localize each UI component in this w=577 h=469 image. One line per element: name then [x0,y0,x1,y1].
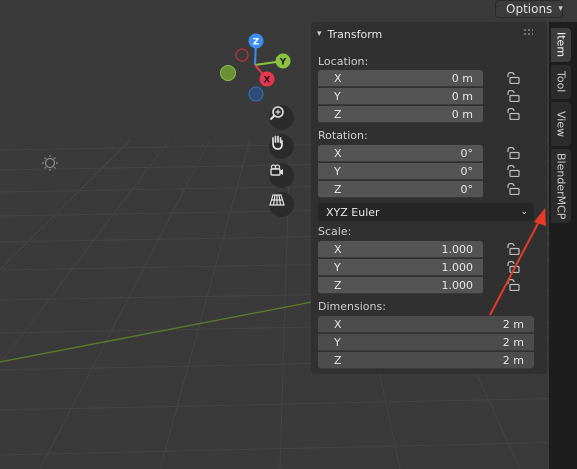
chevron-down-icon: ⌄ [520,207,528,217]
axis-label: Z [334,278,342,292]
tab-label: BlenderMCP [554,152,568,220]
field-value: 0° [460,164,474,178]
field-value: 0 m [451,71,473,85]
perspective-toggle-button[interactable] [269,192,294,217]
zoom-button[interactable] [269,105,294,130]
axis-label: X [334,317,342,331]
lock-icon[interactable] [506,147,520,159]
lock-icon[interactable] [506,261,520,273]
grid-perspective-icon [269,194,285,206]
location-label: Location: [318,55,369,68]
lock-icon[interactable] [506,72,520,84]
lock-icon[interactable] [506,243,520,255]
location-y-field[interactable]: Y 0 m [318,88,483,105]
axis-label: Y [334,260,341,274]
panel-title: Transform [327,27,383,41]
rotation-label: Rotation: [318,129,368,142]
field-value: 1.000 [441,278,474,292]
dimensions-label: Dimensions: [318,300,386,313]
field-value: 1.000 [441,242,474,256]
field-value: 0 m [451,89,473,103]
dimensions-x-field[interactable]: X 2 m [318,316,534,333]
tab-view[interactable]: View [551,102,571,146]
location-x-field[interactable]: X 0 m [318,70,483,87]
axis-label: X [334,242,342,256]
axis-gizmo[interactable]: Z Y X [215,30,295,110]
tab-label: Tool [554,71,568,93]
field-value: 2 m [502,335,524,349]
lock-icon[interactable] [506,90,520,102]
camera-icon [270,164,283,176]
axis-label: Z [334,353,342,367]
options-label: Options [506,2,553,16]
zoom-icon [269,106,284,121]
field-value: 0 m [451,107,473,121]
location-z-field[interactable]: Z 0 m [318,106,483,123]
rotation-mode-dropdown[interactable]: XYZ Euler ⌄ [318,203,534,221]
axis-label: X [334,146,342,160]
axis-label: Y [334,164,341,178]
hand-icon [272,135,283,150]
field-value: 0° [460,182,474,196]
sidebar-tab-strip: Item Tool View BlenderMCP [549,22,577,469]
collapse-chevron-icon: ▾ [317,29,322,39]
chevron-down-icon: ▾ [558,4,563,14]
field-value: 2 m [502,353,524,367]
axis-label: Z [334,182,342,196]
rotation-y-field[interactable]: Y 0° [318,163,483,180]
rotation-mode-value: XYZ Euler [326,205,380,219]
field-value: 0° [460,146,474,160]
scale-x-field[interactable]: X 1.000 [318,241,483,258]
pan-button[interactable] [269,134,294,159]
lock-icon[interactable] [506,108,520,120]
rotation-x-field[interactable]: X 0° [318,145,483,162]
axis-label: Z [334,107,342,121]
lock-icon[interactable] [506,165,520,177]
dimensions-y-field[interactable]: Y 2 m [318,334,534,351]
camera-view-button[interactable] [269,163,294,188]
transform-panel-header[interactable]: ▾ Transform [311,22,547,46]
axis-label: X [334,71,342,85]
scale-label: Scale: [318,225,352,238]
scale-z-field[interactable]: Z 1.000 [318,277,483,294]
tab-label: View [554,110,568,138]
gizmo-y-label: Y [279,58,287,68]
dimensions-z-field[interactable]: Z 2 m [318,352,534,369]
gizmo-x-label: X [264,76,271,86]
tab-item[interactable]: Item [551,28,571,62]
field-value: 1.000 [441,260,474,274]
drag-grip-icon[interactable] [523,28,533,36]
tab-tool[interactable]: Tool [551,65,571,99]
field-value: 2 m [502,317,524,331]
tab-label: Item [554,32,568,58]
transform-panel: ▾ Transform Location: X 0 m Y 0 m Z 0 m … [311,22,547,374]
options-dropdown[interactable]: Options ▾ [495,0,563,18]
axis-label: Y [334,89,341,103]
lock-icon[interactable] [506,183,520,195]
gizmo-z-label: Z [253,38,260,48]
rotation-z-field[interactable]: Z 0° [318,181,483,198]
scale-y-field[interactable]: Y 1.000 [318,259,483,276]
lock-icon[interactable] [506,279,520,291]
tab-blendermcp[interactable]: BlenderMCP [551,149,571,223]
axis-label: Y [334,335,341,349]
